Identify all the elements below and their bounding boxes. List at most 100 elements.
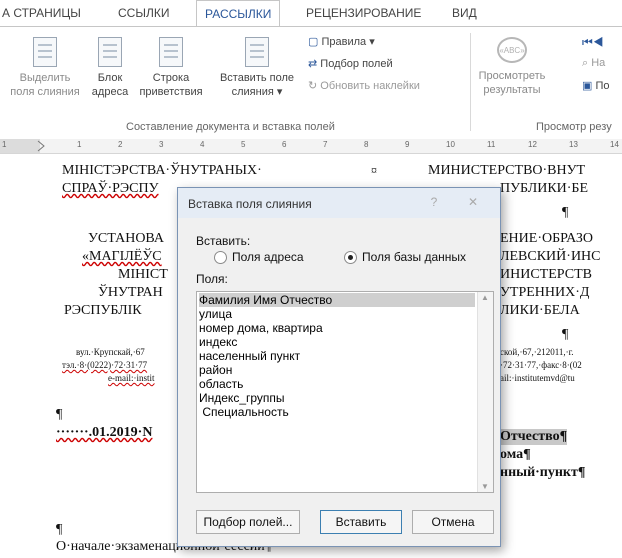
right-address-email: ail:·institutemvd@tu	[500, 373, 575, 383]
radio-database-label: Поля базы данных	[362, 250, 467, 264]
match-fields-icon: ⇄	[308, 58, 318, 70]
merge-field-fio[interactable]: Отчество¶	[500, 429, 568, 445]
right-ministry-line2: ПУБЛИКИ·БЕ	[500, 181, 589, 196]
left-date-line: ·······.01.2019·N	[56, 425, 153, 440]
right-pilcrow2: ¶	[562, 327, 569, 342]
help-button[interactable]: ?	[422, 194, 446, 210]
list-item[interactable]: улица	[199, 307, 232, 321]
rules-button[interactable]: ▢ Правила ▾	[308, 35, 375, 48]
left-address-phone: тэл.·8·(0222)·72·31·77	[62, 360, 148, 370]
ruler-number: 9	[405, 140, 410, 149]
left-address-street: вул.·Крупскай,·67	[76, 347, 145, 357]
ruler-number: 3	[159, 140, 164, 149]
scroll-up-icon[interactable]: ▲	[481, 293, 489, 302]
radio-address-label: Поля адреса	[232, 250, 304, 264]
group-separator	[470, 33, 471, 131]
ruler-number: 1	[2, 140, 7, 149]
right-institution-line3: ИНИСТЕРСТВ	[500, 267, 592, 282]
list-item[interactable]: район	[199, 363, 232, 377]
tab-review[interactable]: РЕЦЕНЗИРОВАНИЕ	[306, 6, 421, 20]
bottom-pilcrow: ¶	[56, 522, 63, 537]
tab-view[interactable]: ВИД	[452, 6, 477, 20]
ruler-number: 14	[610, 140, 619, 149]
greeting-line-icon	[159, 37, 183, 67]
match-fields-button[interactable]: ⇄ Подбор полей	[308, 57, 393, 70]
close-button[interactable]: ✕	[454, 194, 492, 210]
address-block-icon	[98, 37, 122, 67]
dialog-title-bar[interactable]: Вставка поля слияния ? ✕	[178, 188, 500, 218]
first-record-icon[interactable]: ⏮◀	[582, 35, 604, 50]
ruler-number: 12	[528, 140, 537, 149]
ribbon: Выделить поля слияния Блок адреса Строка…	[0, 26, 622, 140]
greeting-line-button[interactable]: Строка приветствия	[136, 37, 206, 99]
ruler-number: 5	[241, 140, 246, 149]
ruler-number: 2	[118, 140, 123, 149]
ruler-number: 8	[364, 140, 369, 149]
insert-button[interactable]: Вставить	[320, 510, 402, 534]
left-ministry-line2: СПРАЎ·РЭСПУ	[62, 181, 159, 196]
group-label-write-insert: Составление документа и вставка полей	[126, 121, 335, 133]
highlight-merge-fields-button[interactable]: Выделить поля слияния	[10, 37, 80, 99]
right-address-phone: ·72·31·77,·факс·8·(02	[500, 360, 582, 370]
check-icon: ▣	[582, 80, 593, 92]
list-item[interactable]: Фамилия Имя Отчество	[199, 293, 475, 307]
ribbon-tab-bar: А СТРАНИЦЫ ССЫЛКИ РАССЫЛКИ РЕЦЕНЗИРОВАНИ…	[0, 0, 622, 27]
list-item[interactable]: номер дома, квартира	[199, 321, 323, 335]
find-recipient-button[interactable]: ⌕ На	[582, 57, 605, 70]
right-institution-line1: ЕНИЕ·ОБРАЗО	[500, 231, 594, 246]
list-item[interactable]: населенный пункт	[199, 349, 300, 363]
match-fields-dialog-button[interactable]: Подбор полей...	[196, 510, 300, 534]
dialog-title: Вставка поля слияния	[188, 197, 312, 211]
right-address-street: ской,·67,·212011,·г.	[500, 347, 574, 357]
preview-abc-icon: «ABC»	[497, 37, 527, 63]
ruler-number: 6	[282, 140, 287, 149]
listbox-scrollbar[interactable]: ▲ ▼	[477, 292, 493, 492]
address-block-button[interactable]: Блок адреса	[88, 37, 132, 99]
check-errors-button[interactable]: ▣ По	[582, 79, 610, 92]
radio-address-fields[interactable]	[214, 251, 227, 264]
refresh-icon: ↻	[308, 80, 318, 92]
table-cell-mark: ¤	[371, 163, 377, 177]
right-institution-line4: УТРЕННИХ·Д	[500, 285, 590, 300]
left-address-email: e-mail:·instit	[108, 373, 155, 383]
left-institution-line4: ЎНУТРАН	[98, 285, 163, 300]
merge-field-house[interactable]: ома¶	[500, 447, 531, 463]
preview-results-button[interactable]: «ABC» Просмотреть результаты	[476, 37, 548, 97]
scroll-down-icon[interactable]: ▼	[481, 482, 489, 491]
ruler-number: 4	[200, 140, 205, 149]
merge-field-locality[interactable]: нный·пункт¶	[500, 465, 585, 481]
ruler-number: 10	[446, 140, 455, 149]
insert-merge-field-dialog: Вставка поля слияния ? ✕ Вставить: Поля …	[177, 187, 501, 547]
list-item[interactable]: Индекс_группы	[199, 391, 285, 405]
radio-database-fields[interactable]	[344, 251, 357, 264]
left-institution-line2: «МАГІЛЁЎС	[82, 249, 162, 264]
fields-label: Поля:	[196, 272, 228, 286]
list-item[interactable]: Специальность	[199, 405, 288, 419]
fields-listbox[interactable]: Фамилия Имя Отчество улица номер дома, к…	[196, 291, 494, 493]
ruler-number: 1	[77, 140, 82, 149]
right-ministry-line1: МИНИСТЕРСТВО·ВНУТ	[428, 163, 586, 178]
left-institution-line3: МІНІСТ	[118, 267, 168, 282]
update-labels-button[interactable]: ↻ Обновить наклейки	[308, 79, 420, 92]
insert-label: Вставить:	[196, 234, 251, 248]
insert-merge-field-button[interactable]: Вставить поле слияния ▾	[214, 37, 300, 99]
list-item[interactable]: индекс	[199, 335, 237, 349]
right-pilcrow1: ¶	[562, 205, 569, 220]
ruler-number: 11	[487, 140, 496, 149]
tab-mailings[interactable]: РАССЫЛКИ	[196, 0, 281, 27]
rules-icon: ▢	[308, 36, 319, 48]
left-institution-line5: РЭСПУБЛІК	[64, 303, 142, 318]
cancel-button[interactable]: Отмена	[412, 510, 494, 534]
list-item[interactable]: область	[199, 377, 243, 391]
ruler-number: 7	[323, 140, 328, 149]
left-pilcrow: ¶	[56, 407, 63, 422]
insert-field-icon	[245, 37, 269, 67]
find-icon: ⌕	[582, 57, 589, 69]
document-icon	[33, 37, 57, 67]
tab-references[interactable]: ССЫЛКИ	[118, 6, 169, 20]
right-institution-line5: ЛИКИ·БЕЛА	[500, 303, 580, 318]
right-institution-line2: ЛЕВСКИЙ·ИНС	[500, 249, 601, 264]
tab-page-layout[interactable]: А СТРАНИЦЫ	[2, 6, 81, 20]
horizontal-ruler[interactable]: 1 1 2 3 4 5 6 7 8 9 10 11 12 13 14	[0, 139, 622, 154]
group-label-preview: Просмотр резу	[536, 121, 612, 133]
